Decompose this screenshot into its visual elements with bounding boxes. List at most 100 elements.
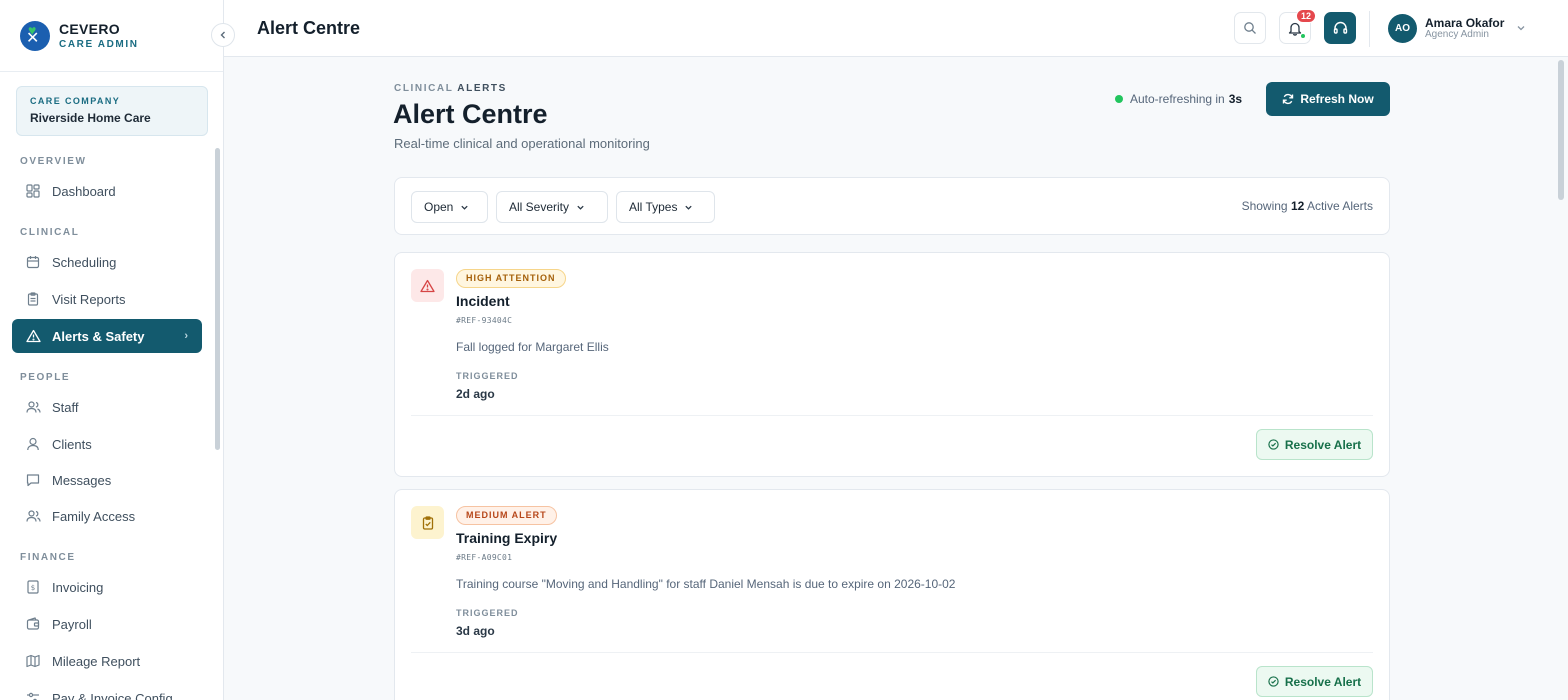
sidebar-item-invoicing[interactable]: $ Invoicing [12, 570, 202, 604]
refresh-now-button[interactable]: Refresh Now [1266, 82, 1390, 116]
sidebar-item-payroll[interactable]: Payroll [12, 607, 202, 641]
chevron-right-icon: › [184, 330, 188, 342]
warning-icon [25, 328, 41, 344]
topbar: Alert Centre 12 AO Amara Okafor Agency A… [224, 0, 1568, 57]
avatar[interactable]: AO [1388, 14, 1417, 43]
chevron-left-icon [220, 31, 225, 39]
showing-suffix: Active Alerts [1306, 199, 1373, 213]
refresh-icon [1283, 93, 1294, 105]
auto-refresh-status: Auto-refreshing in 3s [1115, 92, 1242, 106]
status-filter[interactable]: Open [411, 191, 488, 223]
resolve-alert-button[interactable]: Resolve Alert [1256, 429, 1373, 460]
sidebar-item-label: Staff [52, 399, 79, 415]
breadcrumb-page: ALERTS [457, 83, 507, 94]
breadcrumb: CLINICAL ALERTS [394, 83, 507, 94]
sidebar-item-label: Scheduling [52, 254, 117, 270]
invoice-icon: $ [25, 579, 41, 595]
sidebar-item-alerts-safety[interactable]: Alerts & Safety › [12, 319, 202, 353]
sidebar-item-messages[interactable]: Messages [12, 463, 202, 497]
resolve-alert-button[interactable]: Resolve Alert [1256, 666, 1373, 697]
triggered-time: 3d ago [456, 624, 495, 638]
cevero-logo-icon: ♥ ✕ [20, 20, 50, 51]
svg-text:$: $ [31, 584, 35, 592]
sidebar-item-label: Messages [52, 472, 112, 488]
alert-count: 12 [1290, 199, 1305, 213]
search-icon [1244, 22, 1256, 34]
status-filter-value: Open [424, 200, 454, 214]
alert-reference: #REF-A09C01 [456, 553, 513, 562]
chevron-down-icon [461, 205, 469, 210]
severity-filter[interactable]: All Severity [496, 191, 608, 223]
nav-section-clinical: CLINICAL [20, 227, 80, 238]
sliders-icon [25, 690, 41, 700]
type-filter[interactable]: All Types [616, 191, 715, 223]
search-button[interactable] [1234, 12, 1266, 44]
sidebar: ♥ ✕ CEVERO CARE ADMIN CARE COMPANY Rivers… [0, 0, 224, 700]
sidebar-item-pay-invoice-config[interactable]: Pay & Invoice Config [12, 681, 202, 700]
message-icon [25, 472, 41, 488]
chevron-down-icon[interactable] [1516, 20, 1526, 38]
headset-icon [1333, 21, 1347, 34]
check-circle-icon [1268, 439, 1279, 450]
sidebar-item-clients[interactable]: Clients [12, 427, 202, 461]
sidebar-scrollbar[interactable] [215, 136, 221, 700]
nav-section-finance: FINANCE [20, 552, 76, 563]
severity-filter-value: All Severity [509, 200, 570, 214]
sidebar-item-visit-reports[interactable]: Visit Reports [12, 282, 202, 316]
chevron-down-icon [577, 205, 584, 210]
auto-refresh-label: Auto-refreshing in [1130, 92, 1225, 106]
company-name: Riverside Home Care [30, 111, 151, 125]
notification-count-badge: 12 [1295, 9, 1316, 23]
resolve-alert-label: Resolve Alert [1284, 437, 1362, 452]
sidebar-scrollbar-thumb[interactable] [215, 148, 220, 450]
severity-badge: MEDIUM ALERT [456, 506, 557, 525]
severity-badge: HIGH ATTENTION [456, 269, 566, 288]
nav-section-overview: OVERVIEW [20, 156, 87, 167]
calendar-icon [25, 254, 41, 270]
user-icon [25, 436, 41, 452]
clipboard-icon [25, 291, 41, 307]
showing-prefix: Showing [1241, 199, 1288, 213]
family-icon [25, 508, 41, 524]
sidebar-item-label: Clients [52, 436, 92, 452]
sidebar-item-dashboard[interactable]: Dashboard [12, 174, 202, 208]
users-icon [25, 399, 41, 415]
notifications-button[interactable]: 12 [1279, 9, 1316, 44]
live-status-dot [1115, 95, 1123, 103]
alert-card: HIGH ATTENTION Incident #REF-93404C Fall… [394, 252, 1390, 477]
company-label: CARE COMPANY [30, 96, 121, 106]
sidebar-item-staff[interactable]: Staff [12, 390, 202, 424]
alert-count-summary: Showing 12 Active Alerts [1242, 199, 1373, 213]
map-icon [25, 653, 41, 669]
triggered-time: 2d ago [456, 387, 495, 401]
nav-section-people: PEOPLE [20, 372, 71, 383]
alert-reference: #REF-93404C [456, 316, 513, 325]
sidebar-item-label: Family Access [52, 508, 136, 524]
brand[interactable]: ♥ ✕ CEVERO CARE ADMIN [0, 0, 223, 72]
card-divider [411, 415, 1373, 416]
check-circle-icon [1268, 676, 1279, 687]
sidebar-nav: OVERVIEW Dashboard CLINICAL Scheduling V… [0, 150, 214, 700]
sidebar-item-mileage-report[interactable]: Mileage Report [12, 644, 202, 678]
warning-icon [420, 279, 435, 292]
page-subtitle: Real-time clinical and operational monit… [394, 136, 650, 151]
brand-subtitle: CARE ADMIN [59, 39, 139, 50]
user-name[interactable]: Amara Okafor [1425, 16, 1504, 30]
sidebar-item-scheduling[interactable]: Scheduling [12, 245, 202, 279]
auto-refresh-countdown: 3s [1228, 92, 1243, 106]
main-scrollbar-thumb[interactable] [1558, 60, 1564, 200]
sidebar-item-label: Payroll [52, 616, 92, 632]
company-selector[interactable]: CARE COMPANY Riverside Home Care [16, 86, 208, 136]
user-role: Agency Admin [1425, 29, 1489, 40]
alert-type-icon [411, 506, 444, 539]
collapse-sidebar-button[interactable] [211, 23, 235, 47]
online-status-dot [1300, 33, 1306, 39]
sidebar-item-family-access[interactable]: Family Access [12, 499, 202, 533]
alert-title: Training Expiry [456, 530, 558, 546]
sidebar-item-label: Pay & Invoice Config [52, 690, 173, 700]
topbar-title: Alert Centre [257, 18, 361, 38]
sidebar-item-label: Dashboard [52, 183, 116, 199]
sidebar-item-label: Mileage Report [52, 653, 141, 669]
card-divider [411, 652, 1373, 653]
support-button[interactable] [1324, 12, 1356, 44]
